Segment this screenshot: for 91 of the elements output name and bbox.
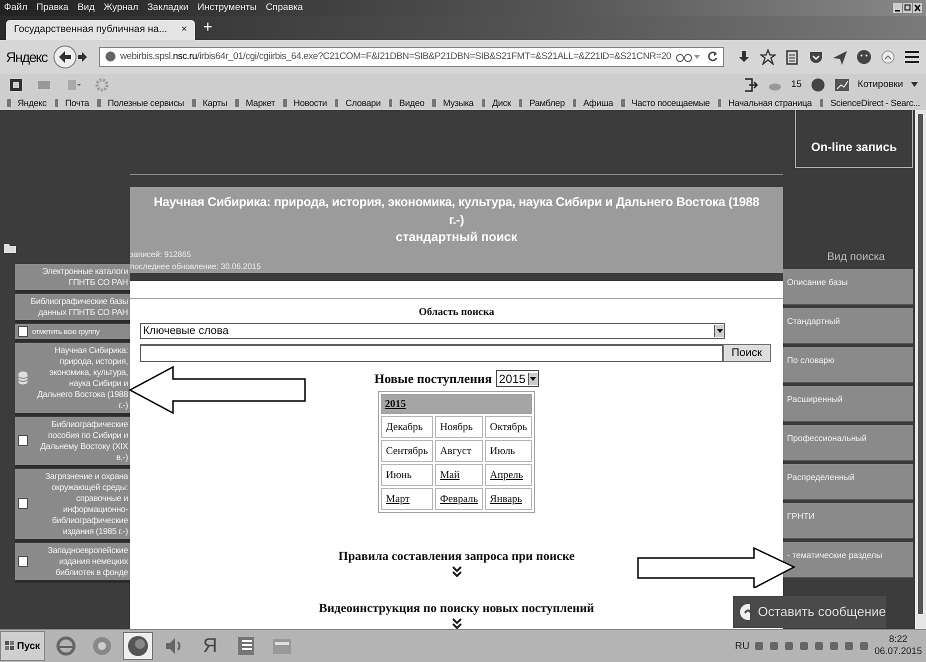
windows-logo-icon — [5, 641, 15, 652]
caret-icon[interactable] — [716, 329, 722, 334]
browser-tab[interactable]: Государственная публичная на... × — [6, 20, 196, 40]
record-count: записей: 912865 — [130, 248, 192, 261]
panel-title: Вид поиска — [826, 250, 886, 263]
month-cell: Август — [434, 440, 483, 462]
search-area-select[interactable]: Ключевые слова — [140, 323, 725, 340]
menu-icon[interactable] — [904, 48, 920, 65]
menu-item[interactable]: Файл — [4, 2, 28, 14]
chat-button[interactable]: Оставить сообщение — [733, 596, 886, 628]
close-icon[interactable] — [913, 2, 922, 13]
reload-icon[interactable] — [707, 51, 718, 62]
chat-icon — [739, 602, 750, 621]
double-chevron-icon[interactable] — [452, 618, 462, 630]
month-cell: Сентябрь — [380, 440, 433, 462]
month-cell: Июль — [484, 440, 532, 462]
taskbar-app[interactable]: Я — [195, 632, 226, 660]
section-heading: Новые поступления — [374, 370, 492, 387]
year-select[interactable]: 2015 — [496, 370, 539, 388]
brand-logo[interactable]: Яндекс — [6, 48, 48, 65]
menu-item[interactable]: Правка — [36, 2, 68, 14]
search-button[interactable]: Поиск — [722, 344, 771, 362]
login-icon[interactable] — [743, 76, 760, 93]
bookmark-link[interactable]: Рамблер — [529, 98, 565, 108]
bookmark-link[interactable]: Почта — [65, 98, 90, 108]
circle-icon — [91, 635, 114, 658]
search-mode-title: стандартный поиск — [394, 228, 518, 245]
bookmark-link[interactable]: Музыка — [442, 98, 474, 108]
menu-item[interactable]: Вид — [77, 2, 95, 14]
online-booking-button[interactable]: On-line запись — [795, 110, 913, 168]
clock-date[interactable]: 06.07.2015 — [874, 646, 922, 658]
scrollbar[interactable] — [918, 114, 923, 614]
database-title: Научная Сибирика: природа, история, экономика, культура, наука Сибири и Дальнего Востока (1988 г.-) — [152, 194, 760, 229]
last-update: последнее обновление: 30.06.2015 — [130, 260, 262, 273]
bookmark-link[interactable]: Яндекс — [18, 98, 47, 108]
caret-icon[interactable] — [911, 82, 918, 88]
bookmark-link[interactable]: Диск — [492, 98, 511, 108]
bookmark-link[interactable]: Словари — [345, 98, 381, 108]
menu-item[interactable]: Справка — [266, 2, 303, 14]
month-link[interactable]: Апрель — [484, 464, 532, 486]
checkbox[interactable] — [18, 498, 28, 510]
checkbox[interactable] — [18, 556, 28, 567]
menu-item[interactable]: Журнал — [104, 2, 138, 14]
maximize-icon[interactable] — [903, 2, 912, 13]
menu-item[interactable]: Закладки — [147, 2, 188, 14]
weather-temperature: 15 — [791, 79, 802, 90]
field-label: Область поиска — [418, 307, 494, 318]
address-bar[interactable]: webirbis.spsl.nsc.ru/irbis64r_01/cgi/cgiirbis_64.exe?C21COM=F&I21DBN=SIB&P21DBN=SIB&S21FMT=&S21ALL=&Z21ID=&S21CNR=20 — [99, 46, 724, 67]
month-cell: Июнь — [380, 464, 433, 486]
app-icon[interactable] — [8, 76, 24, 93]
section-link[interactable]: Видеоинструкция по поиску новых поступлений — [318, 601, 594, 616]
new-tab-button[interactable]: + — [203, 18, 212, 37]
double-chevron-icon[interactable] — [452, 566, 462, 578]
bookmark-link[interactable]: Новости — [294, 98, 327, 108]
checkbox[interactable] — [18, 326, 28, 337]
month-link[interactable]: Февраль — [434, 488, 483, 510]
language-indicator[interactable]: RU — [735, 640, 750, 652]
checkbox[interactable] — [18, 435, 28, 446]
minimize-icon[interactable] — [893, 2, 902, 13]
star-icon[interactable] — [760, 48, 776, 65]
month-cell: Ноябрь — [434, 416, 483, 438]
start-button[interactable]: Пуск — [0, 631, 46, 662]
menu-item[interactable]: Инструменты — [197, 2, 257, 14]
month-cell: Декабрь — [380, 416, 433, 438]
bookmark-link[interactable]: Карты — [202, 98, 228, 108]
taskbar-app[interactable] — [123, 632, 154, 660]
quotes-link[interactable]: Котировки — [858, 79, 903, 90]
database-icon — [18, 370, 28, 385]
bookmark-link[interactable]: Полезные сервисы — [108, 98, 184, 108]
bookmark-link[interactable]: Афиша — [583, 98, 614, 108]
month-link[interactable]: Январь — [484, 488, 532, 510]
tab-close-button[interactable]: × — [181, 24, 188, 36]
send-icon[interactable] — [832, 48, 848, 65]
folder-icon — [4, 242, 16, 253]
search-field[interactable] — [140, 344, 723, 362]
bookmark-link[interactable]: Маркет — [246, 98, 276, 108]
bookmark-link[interactable]: Часто посещаемые — [632, 98, 710, 108]
caret-icon[interactable] — [530, 376, 536, 381]
chart-icon[interactable] — [834, 76, 850, 93]
month-link[interactable]: Май — [434, 464, 483, 486]
bookmark-link[interactable]: Видео — [399, 98, 424, 108]
bookmark-link[interactable]: ScienceDirect - Searc... — [830, 98, 920, 108]
scroll-up-icon[interactable] — [880, 48, 896, 65]
clipboard-icon[interactable] — [784, 48, 800, 65]
year-link[interactable]: 2015 — [384, 398, 406, 410]
bookmark-link[interactable]: Начальная страница — [728, 98, 812, 108]
clock-time[interactable]: 8:22 — [888, 634, 908, 646]
month-link[interactable]: Март — [380, 488, 433, 510]
smiley-icon[interactable] — [856, 48, 872, 65]
section-link[interactable]: Правила составления запроса при поиске — [338, 549, 575, 564]
month-cell: Октябрь — [484, 416, 532, 438]
